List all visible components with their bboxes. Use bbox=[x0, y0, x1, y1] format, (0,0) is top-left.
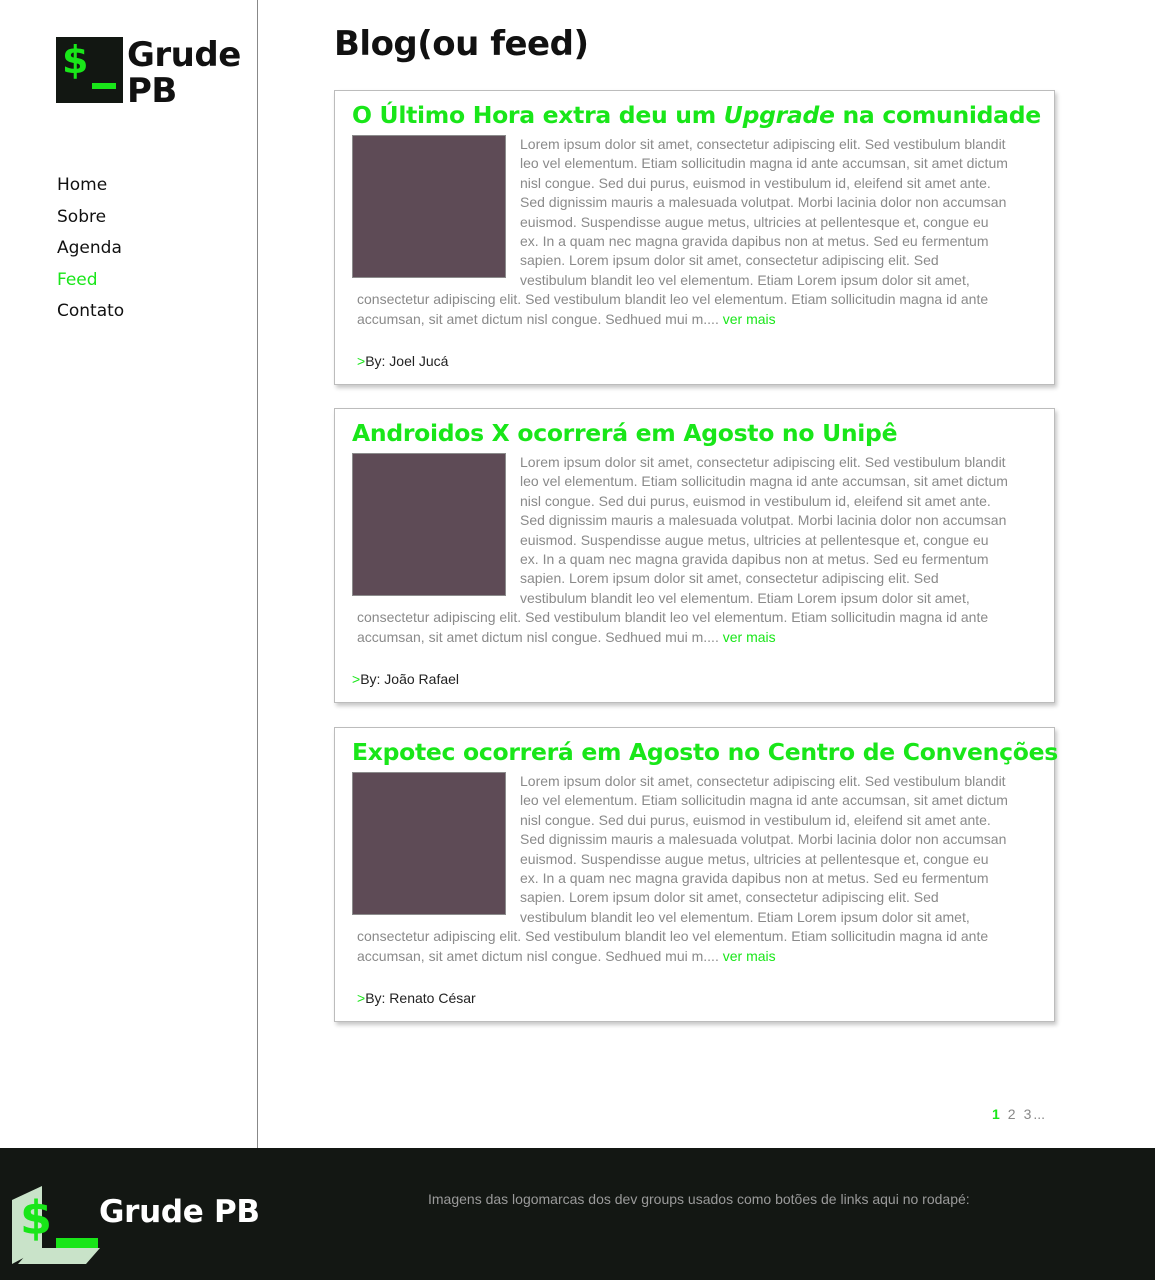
post-author: By: Joel Jucá bbox=[365, 353, 449, 369]
nav-item-feed[interactable]: Feed bbox=[57, 265, 124, 297]
post-title[interactable]: O Último Hora extra deu um Upgrade na co… bbox=[352, 101, 1041, 129]
page-title: Blog(ou feed) bbox=[334, 24, 589, 64]
nav-item-home[interactable]: Home bbox=[57, 170, 124, 202]
post-author: By: Renato César bbox=[365, 990, 476, 1006]
grude-pb-logo-icon[interactable]: $ bbox=[12, 1186, 100, 1264]
svg-text:$: $ bbox=[20, 1191, 52, 1245]
post-author: By: João Rafael bbox=[360, 671, 460, 687]
pagination: 1 2 3... bbox=[992, 1106, 1053, 1122]
page-link-3[interactable]: 3 bbox=[1024, 1106, 1032, 1122]
footer: $ Grude PB Imagens das logomarcas dos de… bbox=[0, 1148, 1155, 1280]
post-byline: >By: Renato César bbox=[357, 990, 476, 1006]
page-link-2[interactable]: 2 bbox=[1008, 1106, 1016, 1122]
post-byline: >By: Joel Jucá bbox=[357, 353, 448, 369]
post-byline: >By: João Rafael bbox=[352, 671, 459, 687]
post-title-emphasis: Upgrade bbox=[723, 101, 835, 129]
pagination-ellipsis: ... bbox=[1033, 1106, 1046, 1122]
footer-brand-name: Grude PB bbox=[99, 1194, 260, 1230]
read-more-link[interactable]: ver mais bbox=[723, 311, 776, 327]
post-title[interactable]: Androidos X ocorrerá em Agosto no Unipê bbox=[352, 419, 898, 447]
nav-item-sobre[interactable]: Sobre bbox=[57, 202, 124, 234]
brand-name-line1: Grude bbox=[127, 35, 241, 75]
post-excerpt: Lorem ipsum dolor sit amet, consectetur … bbox=[357, 453, 1009, 647]
logo-cursor-underscore bbox=[92, 83, 116, 89]
read-more-link[interactable]: ver mais bbox=[723, 629, 776, 645]
post-card: Androidos X ocorrerá em Agosto no Unipê … bbox=[334, 408, 1055, 703]
post-card: O Último Hora extra deu um Upgrade na co… bbox=[334, 90, 1055, 385]
post-title-text: O Último Hora extra deu um bbox=[352, 101, 724, 129]
page-link-1[interactable]: 1 bbox=[992, 1106, 1000, 1122]
nav-item-contato[interactable]: Contato bbox=[57, 296, 124, 328]
post-card: Expotec ocorrerá em Agosto no Centro de … bbox=[334, 727, 1058, 1022]
nav-item-agenda[interactable]: Agenda bbox=[57, 233, 124, 265]
post-title-text: Expotec ocorrerá em Agosto no Centro de … bbox=[352, 738, 1058, 766]
chevron-right-icon: > bbox=[352, 671, 361, 687]
brand-name-line2: PB bbox=[127, 71, 177, 111]
post-title[interactable]: Expotec ocorrerá em Agosto no Centro de … bbox=[352, 738, 1058, 766]
post-title-text: Androidos X ocorrerá em Agosto no Unipê bbox=[352, 419, 898, 447]
post-excerpt: Lorem ipsum dolor sit amet, consectetur … bbox=[357, 772, 1009, 966]
brand-name: Grude PB bbox=[127, 37, 241, 109]
chevron-right-icon: > bbox=[357, 353, 366, 369]
post-excerpt: Lorem ipsum dolor sit amet, consectetur … bbox=[357, 135, 1009, 329]
brand-logo[interactable]: $ Grude PB bbox=[56, 37, 241, 109]
chevron-right-icon: > bbox=[357, 990, 366, 1006]
terminal-logo-icon: $ bbox=[56, 37, 123, 103]
logo-dollar-symbol: $ bbox=[62, 38, 89, 82]
sidebar: $ Grude PB Home Sobre Agenda Feed Contat… bbox=[0, 0, 258, 1148]
post-title-suffix: na comunidade bbox=[834, 101, 1042, 129]
read-more-link[interactable]: ver mais bbox=[723, 948, 776, 964]
main-nav: Home Sobre Agenda Feed Contato bbox=[57, 170, 124, 328]
footer-note: Imagens das logomarcas dos dev groups us… bbox=[428, 1191, 970, 1207]
